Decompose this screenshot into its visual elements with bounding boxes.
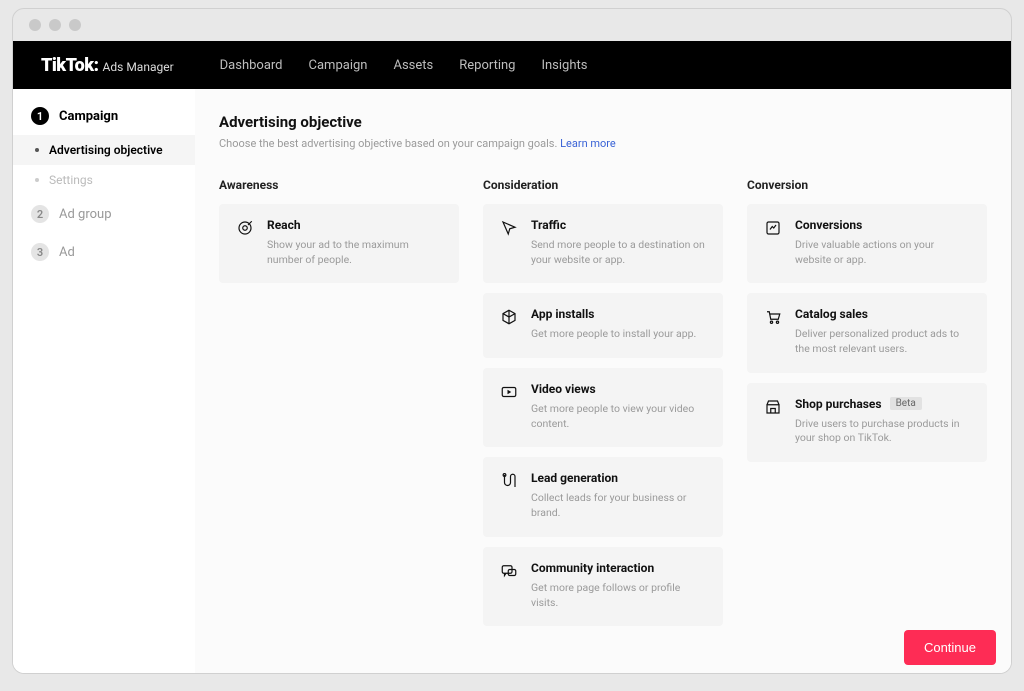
card-title: Community interaction <box>531 561 654 575</box>
continue-button[interactable]: Continue <box>904 630 996 665</box>
card-title: Traffic <box>531 218 566 232</box>
video-icon <box>499 382 519 402</box>
brand-logo: TikTok: <box>41 55 99 76</box>
card-desc: Get more people to view your video conte… <box>531 402 707 431</box>
page-title: Advertising objective <box>219 113 987 131</box>
lead-icon <box>499 471 519 491</box>
substep-advertising-objective[interactable]: Advertising objective <box>13 135 195 165</box>
step-label: Ad <box>59 245 75 260</box>
objective-community-interaction[interactable]: Community interaction Get more page foll… <box>483 547 723 626</box>
objective-catalog-sales[interactable]: Catalog sales Deliver personalized produ… <box>747 293 987 372</box>
cursor-icon <box>499 218 519 238</box>
objective-lead-generation[interactable]: Lead generation Collect leads for your b… <box>483 457 723 536</box>
nav-items: Dashboard Campaign Assets Reporting Insi… <box>220 58 588 73</box>
step-campaign[interactable]: 1 Campaign <box>13 97 195 135</box>
card-title: Lead generation <box>531 471 618 485</box>
column-consideration: Consideration Traffic Send more people t… <box>483 178 723 636</box>
objective-app-installs[interactable]: App installs Get more people to install … <box>483 293 723 358</box>
step-number: 1 <box>31 107 49 125</box>
card-desc: Drive users to purchase products in your… <box>795 417 971 446</box>
top-nav: TikTok: Ads Manager Dashboard Campaign A… <box>13 41 1011 89</box>
app: TikTok: Ads Manager Dashboard Campaign A… <box>13 41 1011 673</box>
traffic-minimize-icon[interactable] <box>49 19 61 31</box>
target-icon <box>235 218 255 238</box>
traffic-close-icon[interactable] <box>29 19 41 31</box>
card-desc: Show your ad to the maximum number of pe… <box>267 238 443 267</box>
box-icon <box>499 307 519 327</box>
card-desc: Collect leads for your business or brand… <box>531 491 707 520</box>
page-description: Choose the best advertising objective ba… <box>219 137 987 150</box>
nav-assets[interactable]: Assets <box>393 58 433 73</box>
objective-reach[interactable]: Reach Show your ad to the maximum number… <box>219 204 459 283</box>
objective-video-views[interactable]: Video views Get more people to view your… <box>483 368 723 447</box>
column-title: Consideration <box>483 178 723 192</box>
objective-columns: Awareness Reach Show your ad to the maxi… <box>219 178 987 636</box>
column-title: Awareness <box>219 178 459 192</box>
traffic-zoom-icon[interactable] <box>69 19 81 31</box>
content: 1 Campaign Advertising objective Setting… <box>13 89 1011 673</box>
card-desc: Get more page follows or profile visits. <box>531 581 707 610</box>
browser-titlebar <box>13 9 1011 41</box>
step-ad-group[interactable]: 2 Ad group <box>13 195 195 233</box>
card-desc: Deliver personalized product ads to the … <box>795 327 971 356</box>
card-title: Video views <box>531 382 596 396</box>
card-desc: Drive valuable actions on your website o… <box>795 238 971 267</box>
nav-insights[interactable]: Insights <box>541 58 587 73</box>
substep-label: Advertising objective <box>49 143 163 157</box>
card-title: Shop purchases <box>795 397 882 411</box>
cart-icon <box>763 307 783 327</box>
column-awareness: Awareness Reach Show your ad to the maxi… <box>219 178 459 636</box>
card-desc: Send more people to a destination on you… <box>531 238 707 267</box>
step-label: Campaign <box>59 109 118 124</box>
column-title: Conversion <box>747 178 987 192</box>
card-title: App installs <box>531 307 594 321</box>
card-title: Conversions <box>795 218 862 232</box>
brand: TikTok: Ads Manager <box>41 55 174 76</box>
substep-label: Settings <box>49 173 93 187</box>
card-desc: Get more people to install your app. <box>531 327 707 342</box>
objective-conversions[interactable]: Conversions Drive valuable actions on yo… <box>747 204 987 283</box>
nav-reporting[interactable]: Reporting <box>459 58 515 73</box>
brand-subtitle: Ads Manager <box>103 60 174 74</box>
objective-traffic[interactable]: Traffic Send more people to a destinatio… <box>483 204 723 283</box>
card-title: Catalog sales <box>795 307 868 321</box>
column-conversion: Conversion Conversions Drive valuable ac… <box>747 178 987 636</box>
bullet-icon <box>35 148 39 152</box>
nav-dashboard[interactable]: Dashboard <box>220 58 283 73</box>
bullet-icon <box>35 178 39 182</box>
sidebar: 1 Campaign Advertising objective Setting… <box>13 89 195 673</box>
nav-campaign[interactable]: Campaign <box>309 58 368 73</box>
step-ad[interactable]: 3 Ad <box>13 233 195 271</box>
step-label: Ad group <box>59 207 112 222</box>
beta-badge: Beta <box>890 397 922 410</box>
chat-icon <box>499 561 519 581</box>
learn-more-link[interactable]: Learn more <box>560 137 616 150</box>
convert-icon <box>763 218 783 238</box>
card-title: Reach <box>267 218 301 232</box>
step-number: 3 <box>31 243 49 261</box>
substep-settings[interactable]: Settings <box>13 165 195 195</box>
shop-icon <box>763 397 783 417</box>
browser-frame: TikTok: Ads Manager Dashboard Campaign A… <box>12 8 1012 674</box>
main-panel: Advertising objective Choose the best ad… <box>195 89 1011 673</box>
objective-shop-purchases[interactable]: Shop purchases Beta Drive users to purch… <box>747 383 987 462</box>
step-number: 2 <box>31 205 49 223</box>
